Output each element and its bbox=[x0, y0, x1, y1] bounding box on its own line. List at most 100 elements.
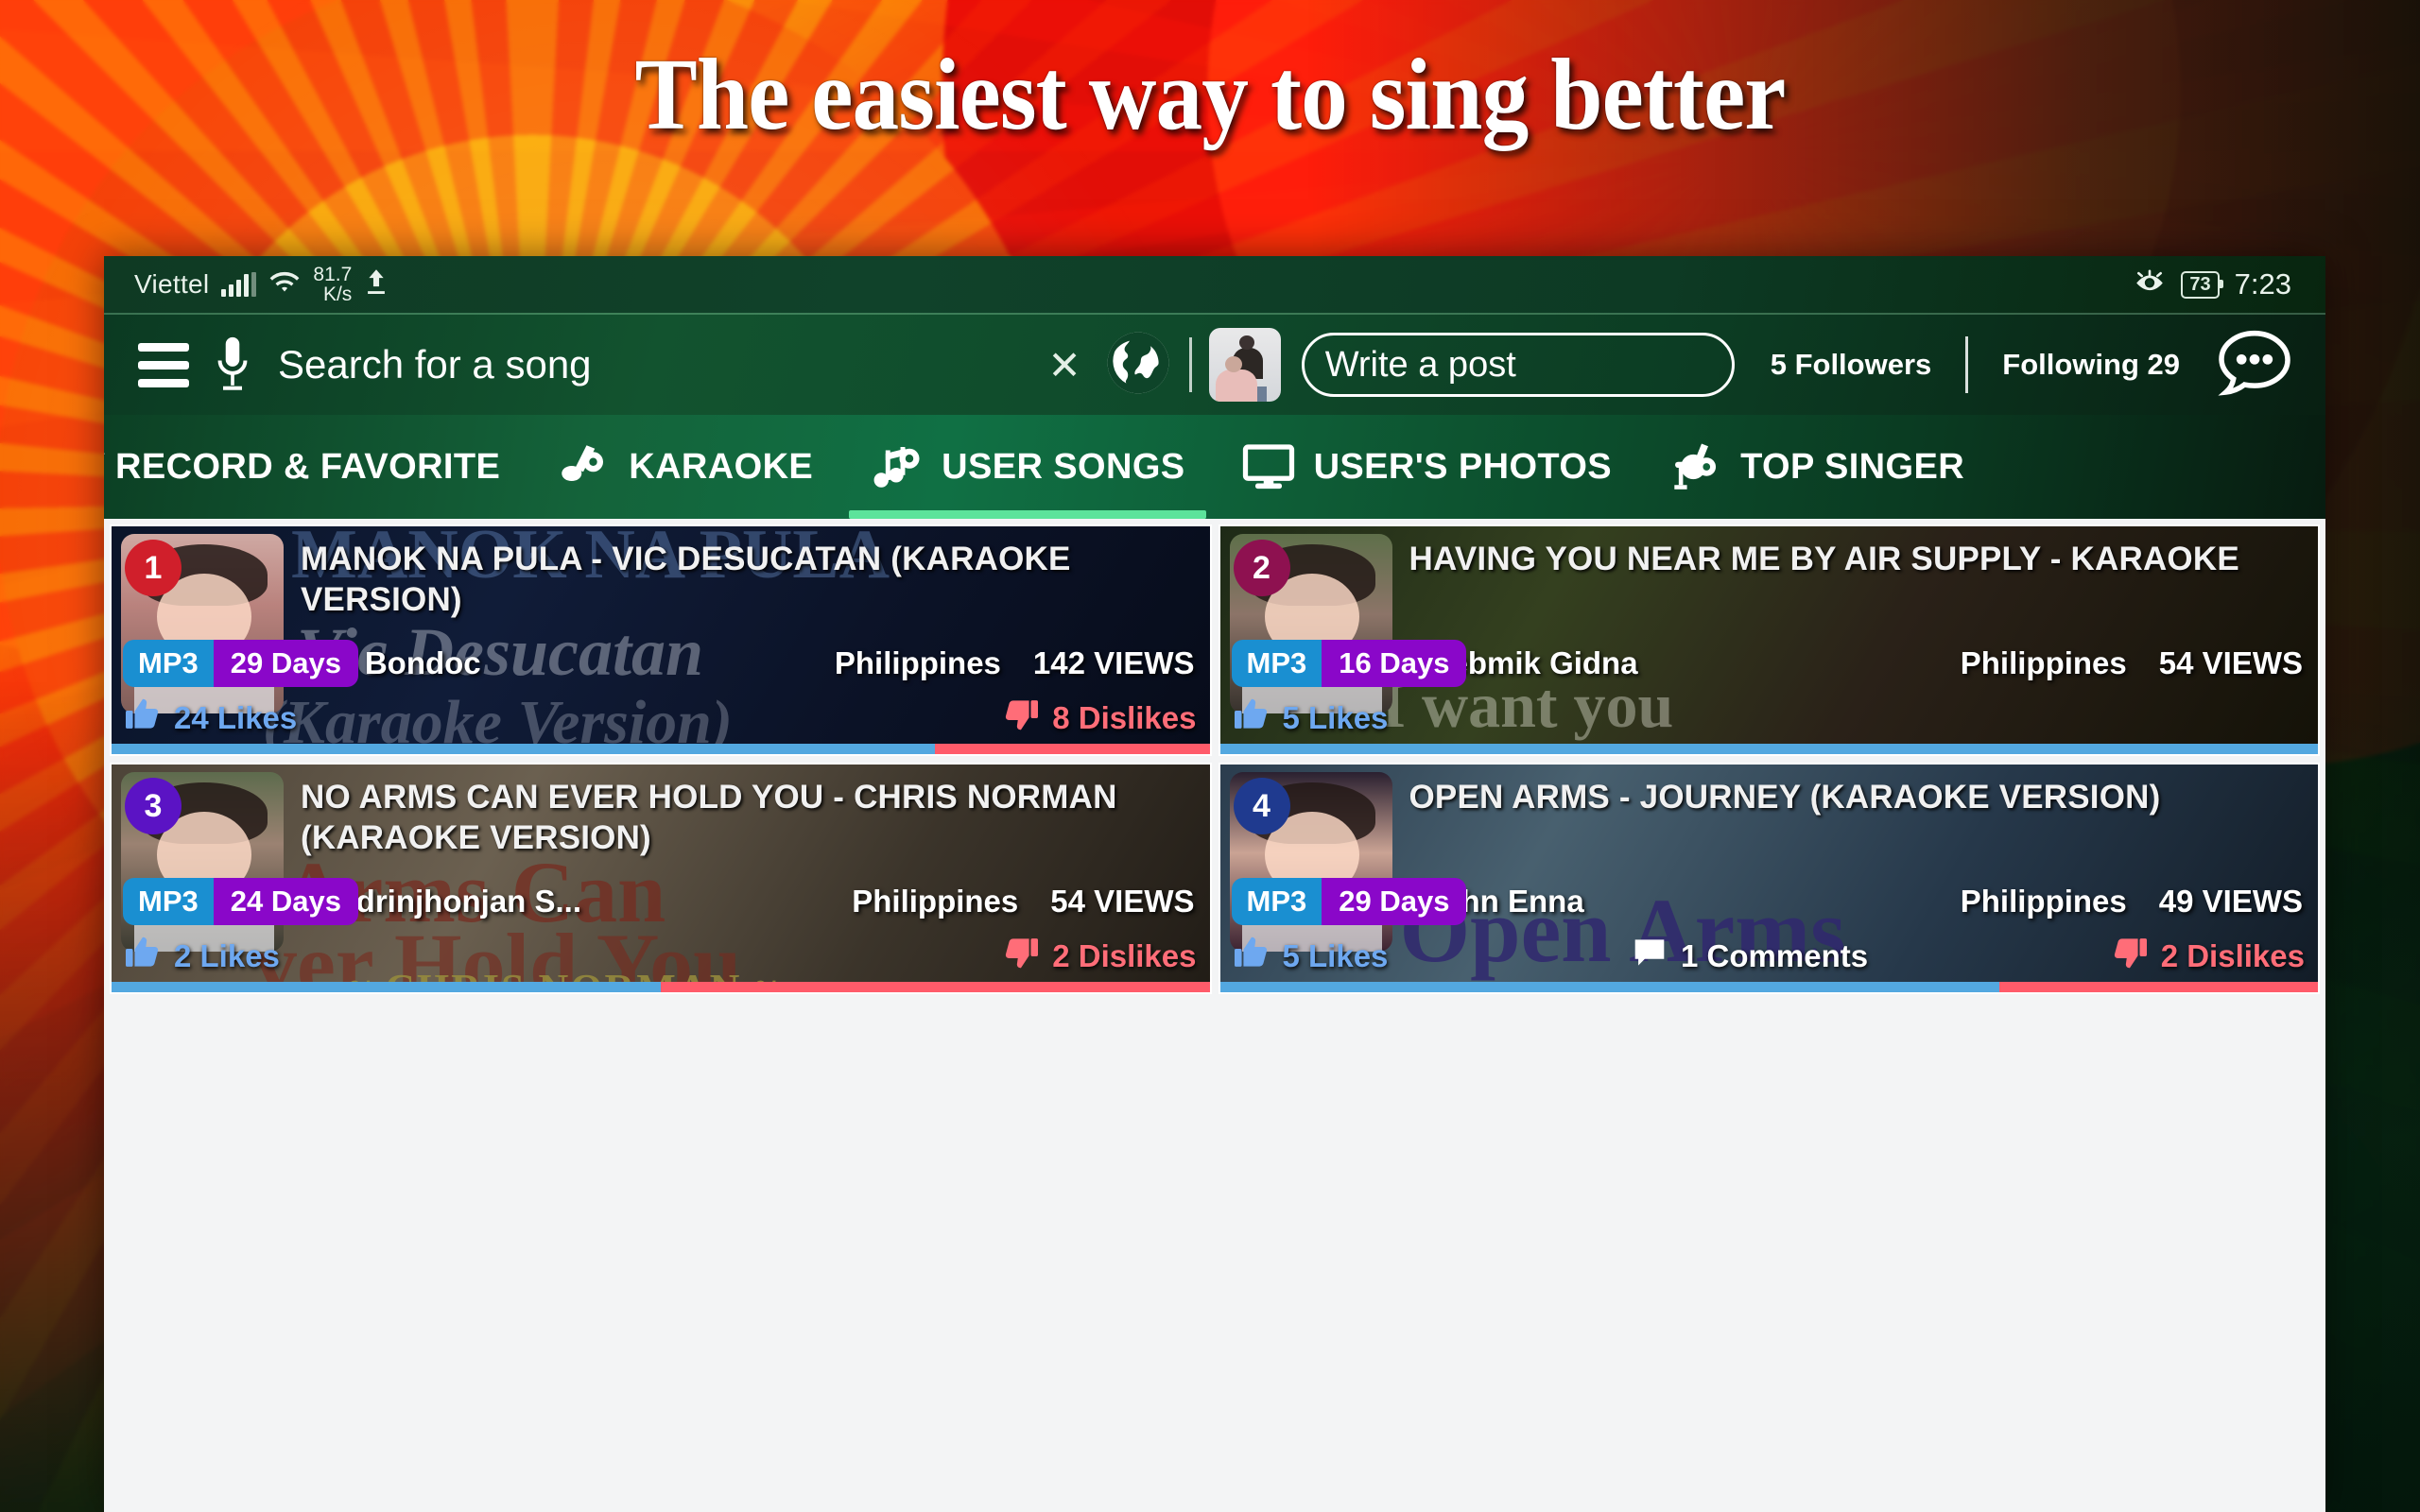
song-badges: MP3 16 Days bbox=[1231, 640, 1467, 687]
view-count: 142 VIEWS bbox=[1032, 645, 1195, 680]
song-actions: 24 Likes 8 Dislikes bbox=[125, 697, 1197, 739]
song-actions: 5 Likes bbox=[1234, 697, 2306, 739]
view-count: 49 VIEWS bbox=[2158, 884, 2303, 919]
song-meta: Mardrinjhonjan S... Philippines 54 VIEWS bbox=[301, 884, 1195, 919]
tab-top-singer[interactable]: TOP SINGER bbox=[1640, 415, 1993, 519]
comment-count-label: 1 Comments bbox=[1681, 938, 1869, 973]
like-count[interactable]: 5 Likes bbox=[1234, 697, 1389, 739]
eye-care-icon bbox=[2134, 269, 2166, 301]
like-count-label: 5 Likes bbox=[1282, 700, 1389, 735]
tab-user-s-photos[interactable]: USER'S PHOTOS bbox=[1214, 415, 1641, 519]
app-header-bar: Search for a song ✕ Write a post 5 Follo… bbox=[104, 313, 2325, 415]
view-count: 54 VIEWS bbox=[1050, 884, 1195, 919]
like-ratio-bar bbox=[112, 744, 1210, 754]
followers-count[interactable]: 5 Followers bbox=[1771, 348, 1932, 382]
song-title: NO ARMS CAN EVER HOLD YOU - CHRIS NORMAN… bbox=[301, 779, 1117, 856]
format-badge: MP3 bbox=[1231, 878, 1322, 925]
song-list-grid: MANOK NA PULA Vic Desucatan (Karaoke Versi… bbox=[104, 519, 2325, 1512]
write-post-input[interactable]: Write a post bbox=[1301, 333, 1735, 397]
country-label: Philippines bbox=[1960, 884, 2127, 919]
tab-karaoke[interactable]: KARAOKE bbox=[528, 415, 841, 519]
format-badge: MP3 bbox=[123, 878, 214, 925]
country-label: Philippines bbox=[1960, 645, 2127, 680]
like-count-label: 2 Likes bbox=[174, 938, 280, 973]
tab-label: USER'S PHOTOS bbox=[1313, 446, 1613, 487]
song-title: MANOK NA PULA - VIC DESUCATAN (KARAOKE V… bbox=[301, 541, 1071, 618]
dislike-count-label: 2 Dislikes bbox=[1052, 938, 1197, 973]
carrier-label: Viettel bbox=[134, 269, 210, 299]
country-label: Philippines bbox=[852, 884, 1019, 919]
signal-bars-icon bbox=[221, 272, 257, 297]
rank-badge: 2 bbox=[1233, 540, 1290, 596]
battery-level: 73 bbox=[2189, 273, 2211, 295]
thumbs-up-icon bbox=[1234, 697, 1270, 739]
wifi-icon bbox=[268, 268, 301, 301]
like-ratio-bar bbox=[112, 982, 1210, 992]
song-badges: MP3 24 Days bbox=[123, 878, 358, 925]
like-ratio-bar bbox=[1219, 744, 2318, 754]
tab-label: KARAOKE bbox=[629, 446, 814, 487]
promo-headline: The easiest way to sing better bbox=[634, 39, 1787, 151]
song-card[interactable]: MANOK NA PULA Vic Desucatan (Karaoke Versi… bbox=[110, 524, 1212, 756]
age-badge: 24 Days bbox=[213, 878, 358, 925]
like-count-label: 24 Likes bbox=[174, 700, 298, 735]
thumbs-up-icon bbox=[125, 697, 161, 739]
following-count[interactable]: Following 29 bbox=[2002, 348, 2180, 382]
upload-arrow-icon bbox=[364, 268, 389, 301]
like-count[interactable]: 5 Likes bbox=[1234, 936, 1389, 977]
status-bar-right: 73 7:23 bbox=[2134, 267, 2291, 301]
thumbs-down-icon bbox=[1003, 697, 1039, 739]
like-count[interactable]: 2 Likes bbox=[125, 936, 280, 977]
close-x-icon[interactable]: ✕ bbox=[1031, 342, 1098, 388]
search-input[interactable]: Search for a song bbox=[278, 342, 592, 387]
comment-bubble-icon bbox=[1632, 936, 1668, 976]
rank-badge: 4 bbox=[1233, 778, 1290, 834]
header-divider-2 bbox=[1965, 336, 1969, 393]
like-count[interactable]: 24 Likes bbox=[125, 697, 297, 739]
song-card[interactable]: Arms Can ver Hold You ≈ CHRIS NORMAN ≈3 NO … bbox=[110, 763, 1212, 994]
hamburger-menu-icon[interactable] bbox=[138, 342, 189, 387]
song-meta: Srohn Enna Philippines 49 VIEWS bbox=[1409, 884, 2304, 919]
song-title: OPEN ARMS - JOURNEY (KARAOKE VERSION) bbox=[1409, 779, 2161, 816]
header-divider-1 bbox=[1188, 337, 1192, 392]
song-card[interactable]: Open Arms 4 OPEN ARMS - JOURNEY (KARAOKE V… bbox=[1218, 763, 2320, 994]
avatar[interactable] bbox=[1208, 328, 1281, 402]
song-card[interactable]: I want you 2 HAVING YOU NEAR ME BY AIR SUP… bbox=[1218, 524, 2320, 756]
tab-label: USER SONGS bbox=[942, 446, 1185, 487]
format-badge: MP3 bbox=[123, 640, 214, 687]
tab-y-record-favorite[interactable]: Y RECORD & FAVORITE bbox=[104, 415, 528, 519]
microphone-icon[interactable] bbox=[214, 335, 251, 394]
tab-bar[interactable]: Y RECORD & FAVORITE KARAOKE USER SONGS USER… bbox=[104, 415, 2325, 519]
rank-badge: 1 bbox=[125, 540, 182, 596]
view-count: 54 VIEWS bbox=[2158, 645, 2303, 680]
status-bar-left: Viettel 81.7 K/s bbox=[134, 265, 389, 304]
age-badge: 29 Days bbox=[1322, 878, 1467, 925]
thumbs-up-icon bbox=[1234, 936, 1270, 977]
dislike-count[interactable]: 2 Dislikes bbox=[1003, 936, 1197, 977]
battery-icon: 73 bbox=[2181, 270, 2223, 299]
tab-label: Y RECORD & FAVORITE bbox=[104, 446, 501, 487]
rank-badge: 3 bbox=[125, 778, 182, 834]
format-badge: MP3 bbox=[1231, 640, 1322, 687]
dislike-count-label: 2 Dislikes bbox=[2160, 938, 2305, 973]
globe-icon[interactable] bbox=[1104, 329, 1172, 402]
dislike-count[interactable]: 2 Dislikes bbox=[2112, 936, 2305, 977]
comment-count[interactable]: 1 Comments bbox=[1632, 936, 1868, 976]
network-speed-unit: K/s bbox=[322, 284, 353, 305]
dislike-count-label: 8 Dislikes bbox=[1052, 700, 1197, 735]
song-meta: Zoe Bondoc Philippines 142 VIEWS bbox=[301, 645, 1195, 681]
song-actions: 5 Likes 1 Comments 2 Dislikes bbox=[1234, 936, 2306, 977]
thumbs-up-icon bbox=[125, 936, 161, 977]
network-speed-value: 81.7 bbox=[313, 264, 353, 285]
song-actions: 2 Likes 2 Dislikes bbox=[125, 936, 1197, 977]
song-badges: MP3 29 Days bbox=[1231, 878, 1467, 925]
chat-bubble-icon[interactable] bbox=[2218, 330, 2291, 401]
karaoke-note-icon bbox=[557, 440, 610, 493]
network-speed: 81.7 K/s bbox=[313, 265, 352, 304]
thumbs-down-icon bbox=[2112, 936, 2148, 977]
dislike-count[interactable]: 8 Dislikes bbox=[1003, 697, 1197, 739]
thumbs-down-icon bbox=[1003, 936, 1039, 977]
monitor-icon bbox=[1242, 440, 1295, 493]
like-count-label: 5 Likes bbox=[1282, 938, 1389, 973]
tab-user-songs[interactable]: USER SONGS bbox=[841, 415, 1213, 519]
